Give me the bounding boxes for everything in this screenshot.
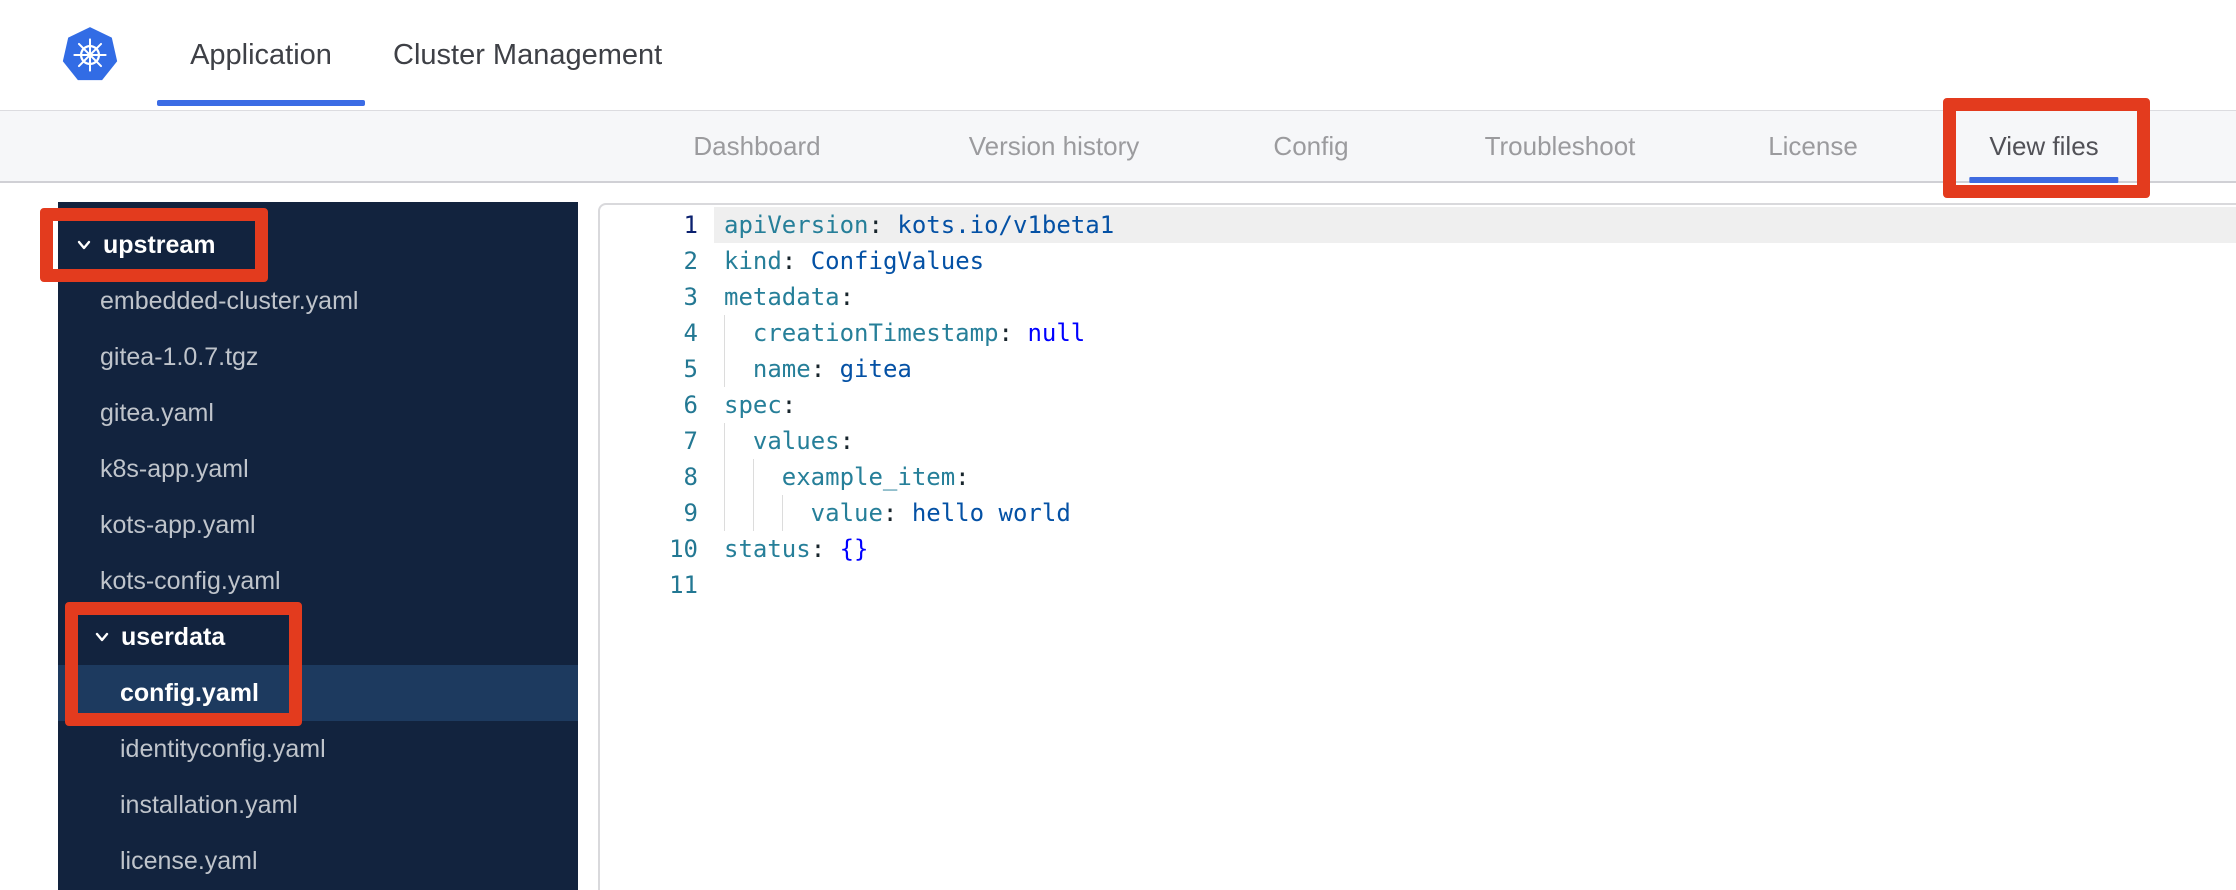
tree-item-label: userdata	[121, 622, 226, 651]
tree-item-label: installation.yaml	[120, 790, 298, 819]
kots-admin-console: Application Cluster Management Dashboard…	[0, 0, 2236, 890]
file-installation.yaml[interactable]: installation.yaml	[58, 777, 578, 833]
active-subnav-underline	[1969, 177, 2119, 183]
line-number: 2	[683, 247, 698, 275]
tab-troubleshoot[interactable]: Troubleshoot	[1485, 111, 1636, 181]
app-subnav: Dashboard Version history Config Troublesho…	[0, 110, 2236, 183]
tab-dashboard[interactable]: Dashboard	[693, 111, 820, 181]
yaml-file-viewer[interactable]: 1 apiVersion: kots.io/v1beta1 2 kind: Confi…	[598, 203, 2236, 890]
tree-item-label: license.yaml	[120, 846, 258, 875]
tab-application[interactable]: Application	[157, 0, 365, 110]
code-line-11: 11	[600, 567, 2236, 603]
tab-application-label: Application	[190, 38, 332, 71]
code-line-5: 5 name: gitea	[600, 351, 2236, 387]
tree-item-label: gitea-1.0.7.tgz	[100, 342, 259, 371]
indent-guide	[724, 495, 753, 531]
code-line-6: 6 spec:	[600, 387, 2236, 423]
code-line-4: 4 creationTimestamp: null	[600, 315, 2236, 351]
indent-guide	[724, 459, 753, 495]
code-line-2: 2 kind: ConfigValues	[600, 243, 2236, 279]
code-line-3: 3 metadata:	[600, 279, 2236, 315]
file-gitea.yaml[interactable]: gitea.yaml	[58, 385, 578, 441]
chevron-down-icon[interactable]	[92, 627, 112, 647]
tree-item-label: upstream	[103, 230, 216, 259]
folder-userdata[interactable]: userdata	[58, 609, 578, 665]
file-tree-sidebar: upstream embedded-cluster.yaml gitea-1.0.7…	[58, 202, 578, 890]
code-text: status: {}	[724, 535, 869, 563]
file-kots-config.yaml[interactable]: kots-config.yaml	[58, 553, 578, 609]
code-text: example_item:	[714, 459, 2236, 495]
active-tab-underline	[157, 100, 365, 106]
line-number: 5	[683, 355, 698, 383]
indent-guide	[724, 423, 753, 459]
indent-guide	[724, 315, 753, 351]
tab-config[interactable]: Config	[1273, 111, 1348, 181]
top-bar: Application Cluster Management	[0, 0, 2236, 110]
line-number: 8	[683, 463, 698, 491]
code-text: values:	[714, 423, 2236, 459]
code-text: spec:	[724, 391, 797, 419]
line-number: 4	[683, 319, 698, 347]
kubernetes-logo-icon[interactable]	[62, 26, 118, 84]
folder-upstream[interactable]: upstream	[58, 217, 578, 273]
indent-guide	[724, 351, 753, 387]
tab-view-files[interactable]: View files	[1969, 111, 2119, 183]
tree-item-label: embedded-cluster.yaml	[100, 286, 359, 315]
line-number: 10	[669, 535, 698, 563]
file-license.yaml[interactable]: license.yaml	[58, 833, 578, 889]
tab-cluster-management[interactable]: Cluster Management	[393, 0, 662, 110]
file-k8s-app.yaml[interactable]: k8s-app.yaml	[58, 441, 578, 497]
line-number: 6	[683, 391, 698, 419]
file-embedded-cluster.yaml[interactable]: embedded-cluster.yaml	[58, 273, 578, 329]
indent-guide	[752, 495, 782, 531]
line-number: 11	[669, 571, 698, 599]
file-config.yaml[interactable]: config.yaml	[58, 665, 578, 721]
line-number: 1	[683, 211, 698, 239]
code-line-9: 9 value: hello world	[600, 495, 2236, 531]
line-number: 3	[683, 283, 698, 311]
code-line-7: 7 values:	[600, 423, 2236, 459]
tab-cluster-management-label: Cluster Management	[393, 38, 663, 71]
tree-item-label: identityconfig.yaml	[120, 734, 326, 763]
code-text: kind: ConfigValues	[724, 247, 985, 275]
tree-item-label: kots-config.yaml	[100, 566, 281, 595]
file-identityconfig.yaml[interactable]: identityconfig.yaml	[58, 721, 578, 777]
code-line-10: 10 status: {}	[600, 531, 2236, 567]
tree-item-label: kots-app.yaml	[100, 510, 256, 539]
tab-license[interactable]: License	[1768, 111, 1858, 181]
code-line-1: 1 apiVersion: kots.io/v1beta1	[600, 207, 2236, 243]
file-gitea-1.0.7.tgz[interactable]: gitea-1.0.7.tgz	[58, 329, 578, 385]
code-text: name: gitea	[714, 351, 2236, 387]
tree-item-label: k8s-app.yaml	[100, 454, 249, 483]
indent-guide	[781, 495, 811, 531]
tab-version-history[interactable]: Version history	[969, 111, 1140, 181]
tree-item-label: config.yaml	[120, 678, 259, 707]
tree-item-label: gitea.yaml	[100, 398, 214, 427]
code-text: creationTimestamp: null	[714, 315, 2236, 351]
file-kots-app.yaml[interactable]: kots-app.yaml	[58, 497, 578, 553]
indent-guide	[752, 459, 782, 495]
line-number: 7	[683, 427, 698, 455]
code-text: apiVersion: kots.io/v1beta1	[714, 207, 2236, 243]
code-line-8: 8 example_item:	[600, 459, 2236, 495]
line-number: 9	[683, 499, 698, 527]
chevron-down-icon[interactable]	[74, 235, 94, 255]
code-text: metadata:	[724, 283, 855, 311]
code-text: value: hello world	[714, 495, 2236, 531]
